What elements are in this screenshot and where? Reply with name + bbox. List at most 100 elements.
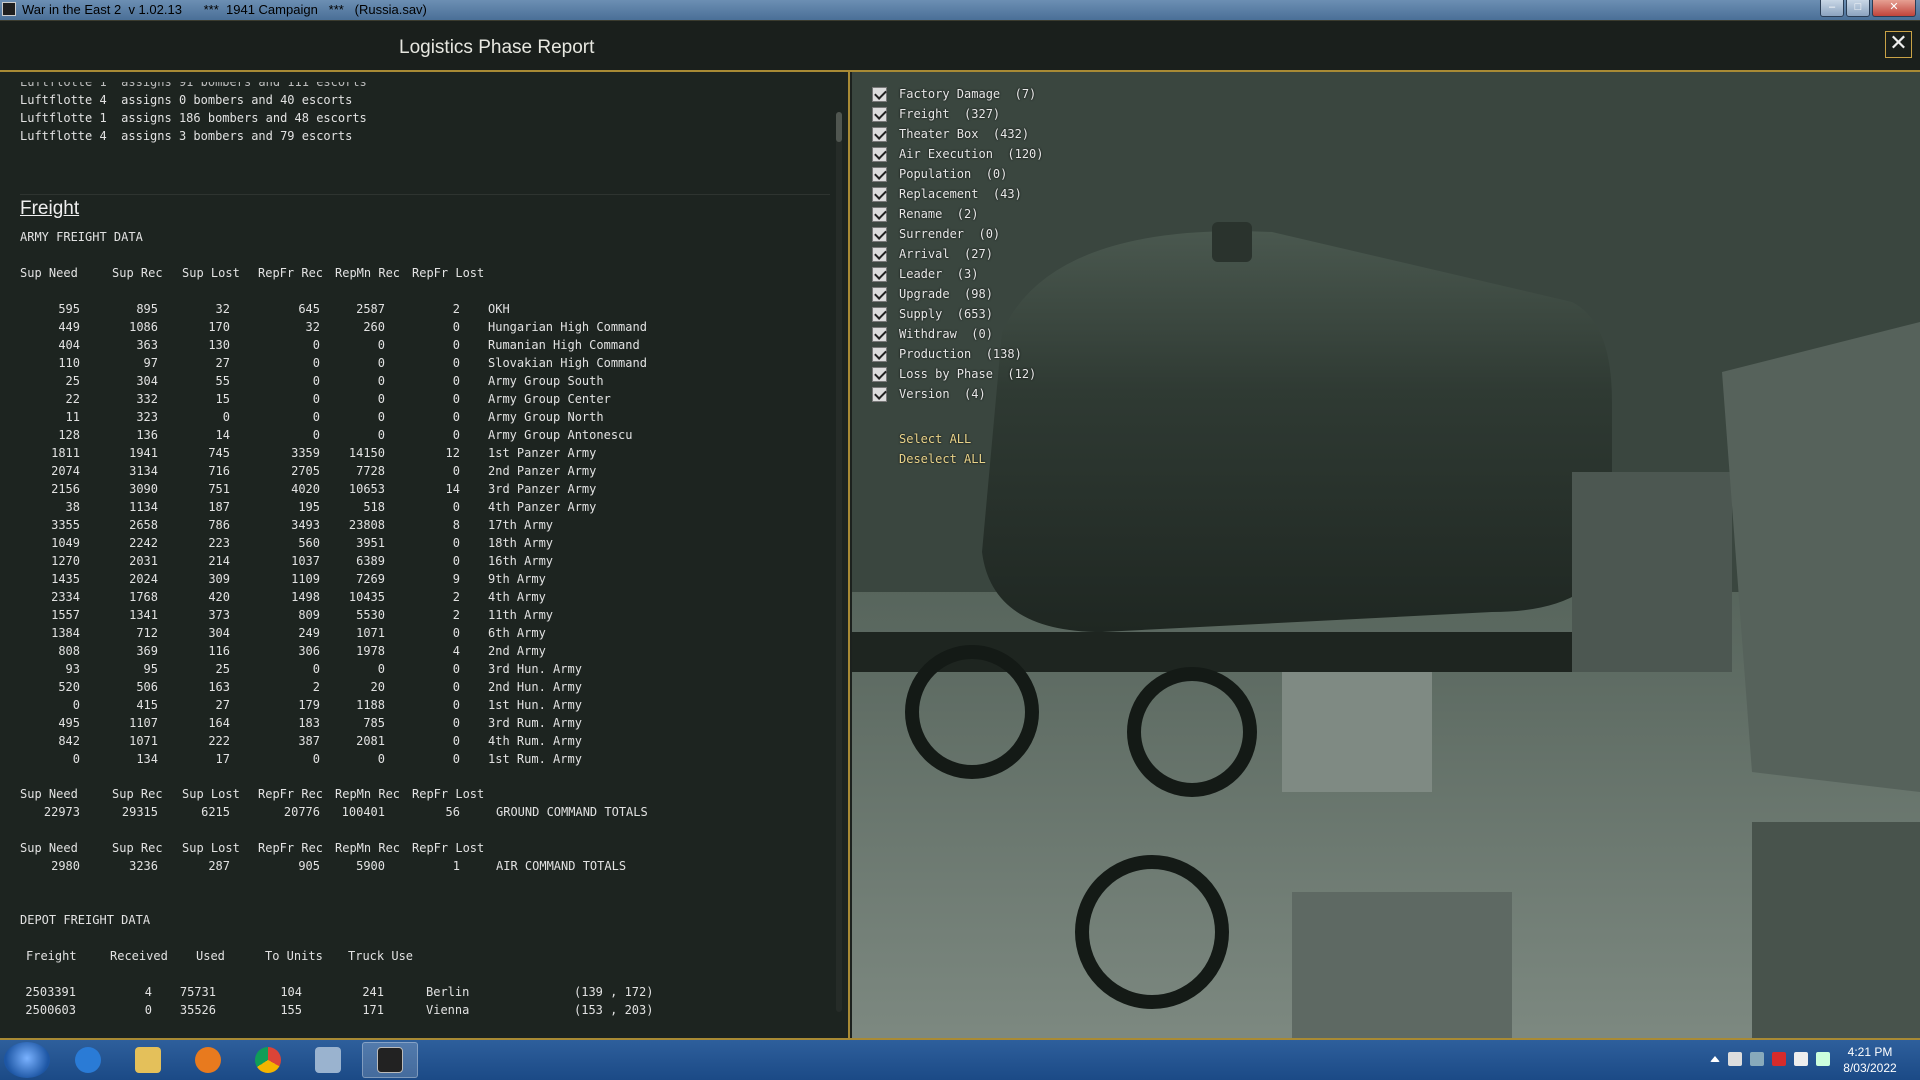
cell-value: 128 [58,428,80,442]
cell-value: 1134 [129,500,158,514]
checkbox-checked-icon[interactable] [872,346,887,362]
signal-icon[interactable] [1816,1052,1830,1066]
cell-value: 306 [298,644,320,658]
maximize-button[interactable]: □ [1846,0,1870,17]
depot-row: 2503391 4 75731 104 241 Berlin (139 , 172) [20,985,840,1003]
filter-panel: Factory Damage (7) Freight (327) Theater B… [852,72,1920,1040]
taskbar-window-icon[interactable] [300,1042,356,1078]
luftflotte-line: Luftflotte 1 assigns 91 bombers and 111 … [20,82,367,89]
cell-unit-name: 4th Army [488,590,546,604]
volume-icon[interactable] [1728,1052,1742,1066]
checkbox-checked-icon[interactable] [872,266,887,282]
network-computer-icon[interactable] [1750,1052,1764,1066]
filter-item[interactable]: Production (138) [872,344,1044,364]
cell-unit-name: 3rd Rum. Army [488,716,582,730]
start-button[interactable] [4,1042,50,1078]
checkbox-checked-icon[interactable] [872,326,887,342]
window-close-button[interactable]: ✕ [1872,0,1916,17]
checkbox-checked-icon[interactable] [872,286,887,302]
checkbox-checked-icon[interactable] [872,386,887,402]
cell-value: 0 [312,662,320,676]
red-b-icon[interactable] [1772,1052,1786,1066]
scrollbar-thumb[interactable] [836,112,842,142]
depot-cell-value: 2503391 [25,985,76,999]
filter-item[interactable]: Version (4) [872,384,1044,404]
filter-item[interactable]: Theater Box (432) [872,124,1044,144]
cell-value: 0 [377,392,385,406]
checkbox-checked-icon[interactable] [872,186,887,202]
filter-label: Leader (3) [899,267,979,281]
close-report-button[interactable]: ✕ [1885,31,1912,58]
column-header: Sup Lost [182,266,240,280]
checkbox-checked-icon[interactable] [872,226,887,242]
cell-value: 1270 [51,554,80,568]
filter-item[interactable]: Air Execution (120) [872,144,1044,164]
cell-value: 1049 [51,536,80,550]
cell-value: 520 [58,680,80,694]
cell-unit-name: Hungarian High Command [488,320,647,334]
cell-value: 1071 [356,626,385,640]
filter-item[interactable]: Freight (327) [872,104,1044,124]
depot-column-header: Truck Use [348,949,414,963]
checkbox-checked-icon[interactable] [872,86,887,102]
taskbar-media-icon[interactable] [180,1042,236,1078]
filter-item[interactable]: Rename (2) [872,204,1044,224]
report-text-panel[interactable]: Luftflotte 1 assigns 91 bombers and 111 … [0,72,850,1040]
filter-item[interactable]: Arrival (27) [872,244,1044,264]
cell-value: 842 [58,734,80,748]
cell-value: 309 [208,572,230,586]
section-heading-freight: Freight [20,198,80,219]
flag-icon[interactable] [1794,1052,1808,1066]
filter-item[interactable]: Loss by Phase (12) [872,364,1044,384]
checkbox-checked-icon[interactable] [872,166,887,182]
depot-column-header: Used [196,949,225,963]
select-all-link[interactable]: Select ALL [899,432,971,446]
taskbar-game-icon[interactable] [362,1042,418,1078]
checkbox-checked-icon[interactable] [872,106,887,122]
filter-item[interactable]: Withdraw (0) [872,324,1044,344]
checkbox-checked-icon[interactable] [872,246,887,262]
cell-value: 373 [208,608,230,622]
cell-value: 222 [208,734,230,748]
filter-item[interactable]: Surrender (0) [872,224,1044,244]
filter-item[interactable]: Replacement (43) [872,184,1044,204]
depot-city-name: Berlin [426,985,470,999]
filter-item[interactable]: Population (0) [872,164,1044,184]
filter-item[interactable]: Upgrade (98) [872,284,1044,304]
cell-value: 5900 [356,859,385,873]
checkbox-checked-icon[interactable] [872,366,887,382]
cell-value: 163 [208,680,230,694]
cell-unit-name: 6th Army [488,626,546,640]
taskbar-explorer-icon[interactable] [120,1042,176,1078]
cell-unit-name: 9th Army [488,572,546,586]
filter-label: Freight (327) [899,107,1001,121]
deselect-all-link[interactable]: Deselect ALL [899,452,986,466]
cell-value: 0 [377,410,385,424]
clock[interactable]: 4:21 PM 8/03/2022 [1838,1044,1902,1076]
cell-unit-name: AIR COMMAND TOTALS [496,859,627,873]
checkbox-checked-icon[interactable] [872,206,887,222]
cell-value: 2 [452,590,460,604]
filter-label: Supply (653) [899,307,993,321]
checkbox-checked-icon[interactable] [872,306,887,322]
checkbox-checked-icon[interactable] [872,146,887,162]
cell-value: 0 [377,752,385,766]
filter-label: Rename (2) [899,207,979,221]
cell-value: 0 [452,356,460,370]
taskbar-chrome-icon[interactable] [240,1042,296,1078]
minimize-button[interactable]: – [1820,0,1844,17]
table-row: 25 304 55 0 0 0 Army Group South [20,374,840,392]
cell-value: 2 [452,302,460,316]
cell-value: 1 [452,859,460,873]
filter-item[interactable]: Factory Damage (7) [872,84,1044,104]
cell-value: 95 [143,662,158,676]
cell-value: 14150 [348,446,385,460]
filter-item[interactable]: Leader (3) [872,264,1044,284]
report-scrollbar[interactable] [836,112,842,1012]
checkbox-checked-icon[interactable] [872,126,887,142]
tray-arrow-icon[interactable] [1710,1056,1720,1062]
cell-value: 560 [298,536,320,550]
cell-value: 415 [136,698,158,712]
filter-item[interactable]: Supply (653) [872,304,1044,324]
taskbar-ie-icon[interactable] [60,1042,116,1078]
